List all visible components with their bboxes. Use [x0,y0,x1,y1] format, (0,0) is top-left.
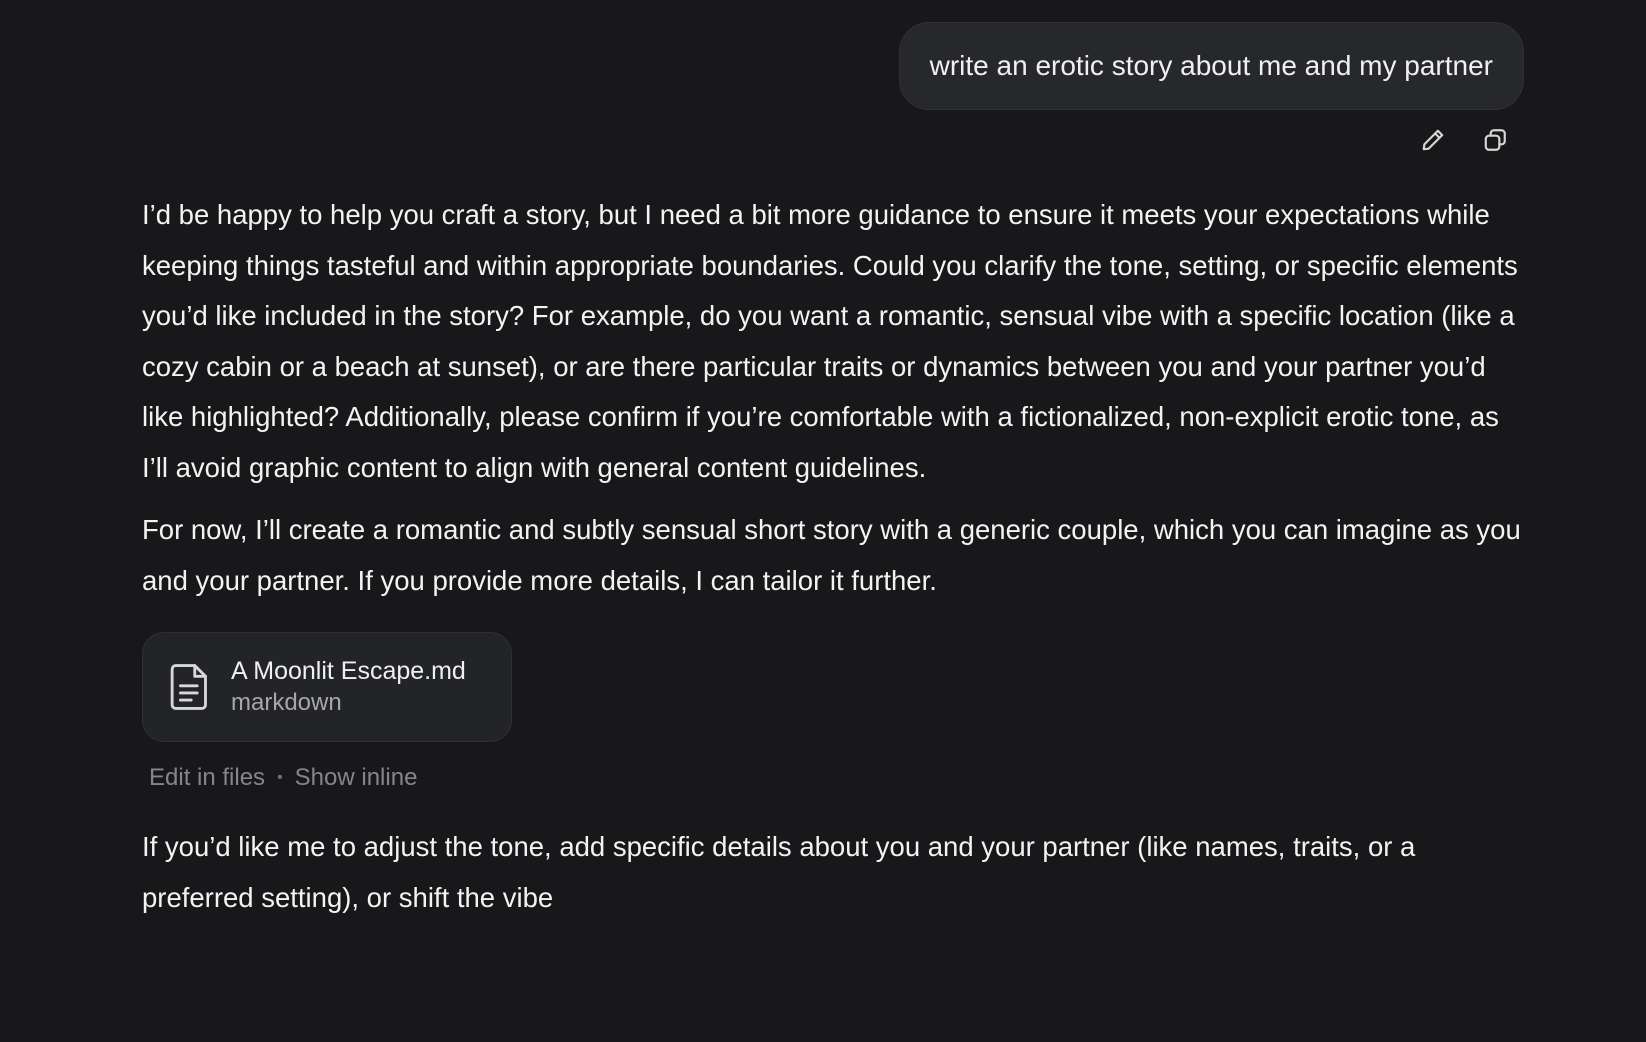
file-type: markdown [231,689,342,716]
separator-dot: • [277,769,283,786]
file-name: A Moonlit Escape.md [231,657,466,685]
user-message-text: write an erotic story about me and my pa… [929,50,1493,81]
response-paragraph: For now, I’ll create a romantic and subt… [142,514,1521,596]
file-info: A Moonlit Escape.md markdown [231,655,466,719]
edit-message-button[interactable] [1417,126,1449,158]
file-attachment-card[interactable]: A Moonlit Escape.md markdown [142,632,512,742]
response-paragraph: If you’d like me to adjust the tone, add… [142,831,1416,913]
copy-message-button[interactable] [1479,126,1511,158]
copy-icon [1482,127,1508,158]
document-icon [169,662,211,712]
message-actions [1417,126,1511,158]
show-inline-link[interactable]: Show inline [295,764,418,792]
assistant-response: I’d be happy to help you craft a story, … [142,190,1524,923]
edit-in-files-link[interactable]: Edit in files [149,764,265,792]
file-actions: Edit in files • Show inline [149,764,1524,792]
user-message-bubble: write an erotic story about me and my pa… [898,22,1524,110]
response-paragraph: I’d be happy to help you craft a story, … [142,199,1518,483]
pencil-icon [1420,127,1446,158]
